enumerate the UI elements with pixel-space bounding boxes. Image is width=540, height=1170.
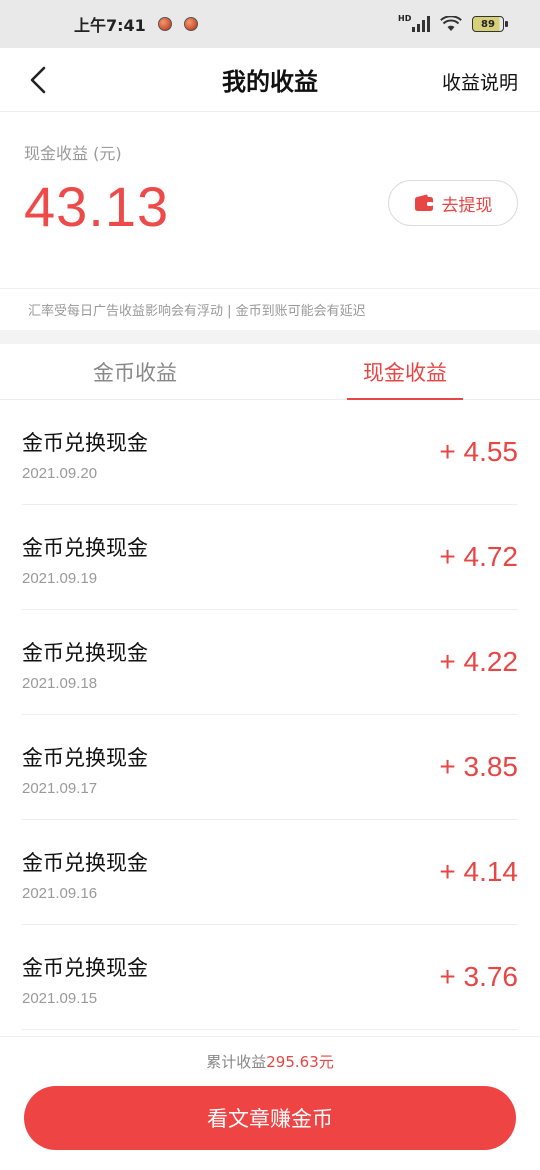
status-right: HD 89	[398, 14, 508, 32]
chevron-left-icon	[30, 66, 46, 94]
status-time: 上午7:41	[74, 16, 146, 35]
item-date: 2021.09.20	[22, 464, 98, 482]
total-earnings: 累计收益295.63元	[0, 1051, 540, 1072]
item-amount: + 3.85	[439, 751, 518, 782]
item-date: 2021.09.19	[22, 569, 98, 587]
wallet-icon	[414, 194, 433, 211]
notice-text: 汇率受每日广告收益影响会有浮动 | 金币到账可能会有延迟	[0, 288, 540, 330]
item-amount: + 4.14	[439, 856, 518, 887]
back-button[interactable]	[20, 62, 56, 98]
total-value: 295.63元	[266, 1053, 334, 1071]
item-amount: + 4.72	[439, 541, 518, 572]
battery-level: 89	[481, 18, 495, 30]
item-amount: + 3.76	[439, 961, 518, 992]
wifi-icon	[440, 16, 462, 31]
item-date: 2021.09.17	[22, 779, 98, 797]
list-item: 金币兑换现金 2021.09.19 + 4.72	[22, 505, 518, 610]
list-item: 金币兑换现金 2021.09.20 + 4.55	[22, 400, 518, 505]
read-articles-button[interactable]: 看文章赚金币	[24, 1086, 516, 1150]
item-amount: + 4.55	[439, 436, 518, 467]
item-title: 金币兑换现金	[22, 850, 148, 875]
item-title: 金币兑换现金	[22, 535, 148, 560]
footer: 累计收益295.63元 看文章赚金币	[0, 1036, 540, 1170]
item-title: 金币兑换现金	[22, 745, 148, 770]
list-item: 金币兑换现金 2021.09.17 + 3.85	[22, 715, 518, 820]
tab-bar: 金币收益 现金收益	[0, 344, 540, 400]
app-notification-icon	[157, 17, 172, 31]
list-item: 金币兑换现金 2021.09.15 + 3.76	[22, 925, 518, 1030]
item-title: 金币兑换现金	[22, 955, 148, 980]
item-amount: + 4.22	[439, 646, 518, 677]
app-notification-icon	[183, 17, 198, 31]
status-left: 上午7:41	[74, 12, 198, 36]
battery-icon: 89	[472, 16, 508, 32]
item-date: 2021.09.16	[22, 884, 98, 902]
balance-section: 现金收益 (元) 43.13 去提现	[0, 112, 540, 288]
item-date: 2021.09.18	[22, 674, 98, 692]
list-item: 金币兑换现金 2021.09.16 + 4.14	[22, 820, 518, 925]
withdraw-button[interactable]: 去提现	[388, 180, 518, 226]
tab-coin-earnings[interactable]: 金币收益	[0, 344, 270, 399]
status-bar: 上午7:41 HD 89	[0, 0, 540, 48]
item-title: 金币兑换现金	[22, 430, 148, 455]
earnings-info-link[interactable]: 收益说明	[442, 68, 518, 95]
section-divider	[0, 330, 540, 344]
page-title: 我的收益	[222, 68, 318, 96]
signal-icon: HD	[398, 14, 430, 32]
list-item: 金币兑换现金 2021.09.18 + 4.22	[22, 610, 518, 715]
tab-cash-earnings[interactable]: 现金收益	[270, 344, 540, 399]
earnings-list: 金币兑换现金 2021.09.20 + 4.55 金币兑换现金 2021.09.…	[0, 400, 540, 1030]
withdraw-label: 去提现	[441, 195, 493, 216]
balance-label: 现金收益 (元)	[24, 144, 122, 163]
item-title: 金币兑换现金	[22, 640, 148, 665]
item-date: 2021.09.15	[22, 989, 98, 1007]
network-label: HD	[398, 14, 412, 23]
header: 我的收益 收益说明	[0, 48, 540, 112]
total-label: 累计收益	[206, 1053, 267, 1071]
